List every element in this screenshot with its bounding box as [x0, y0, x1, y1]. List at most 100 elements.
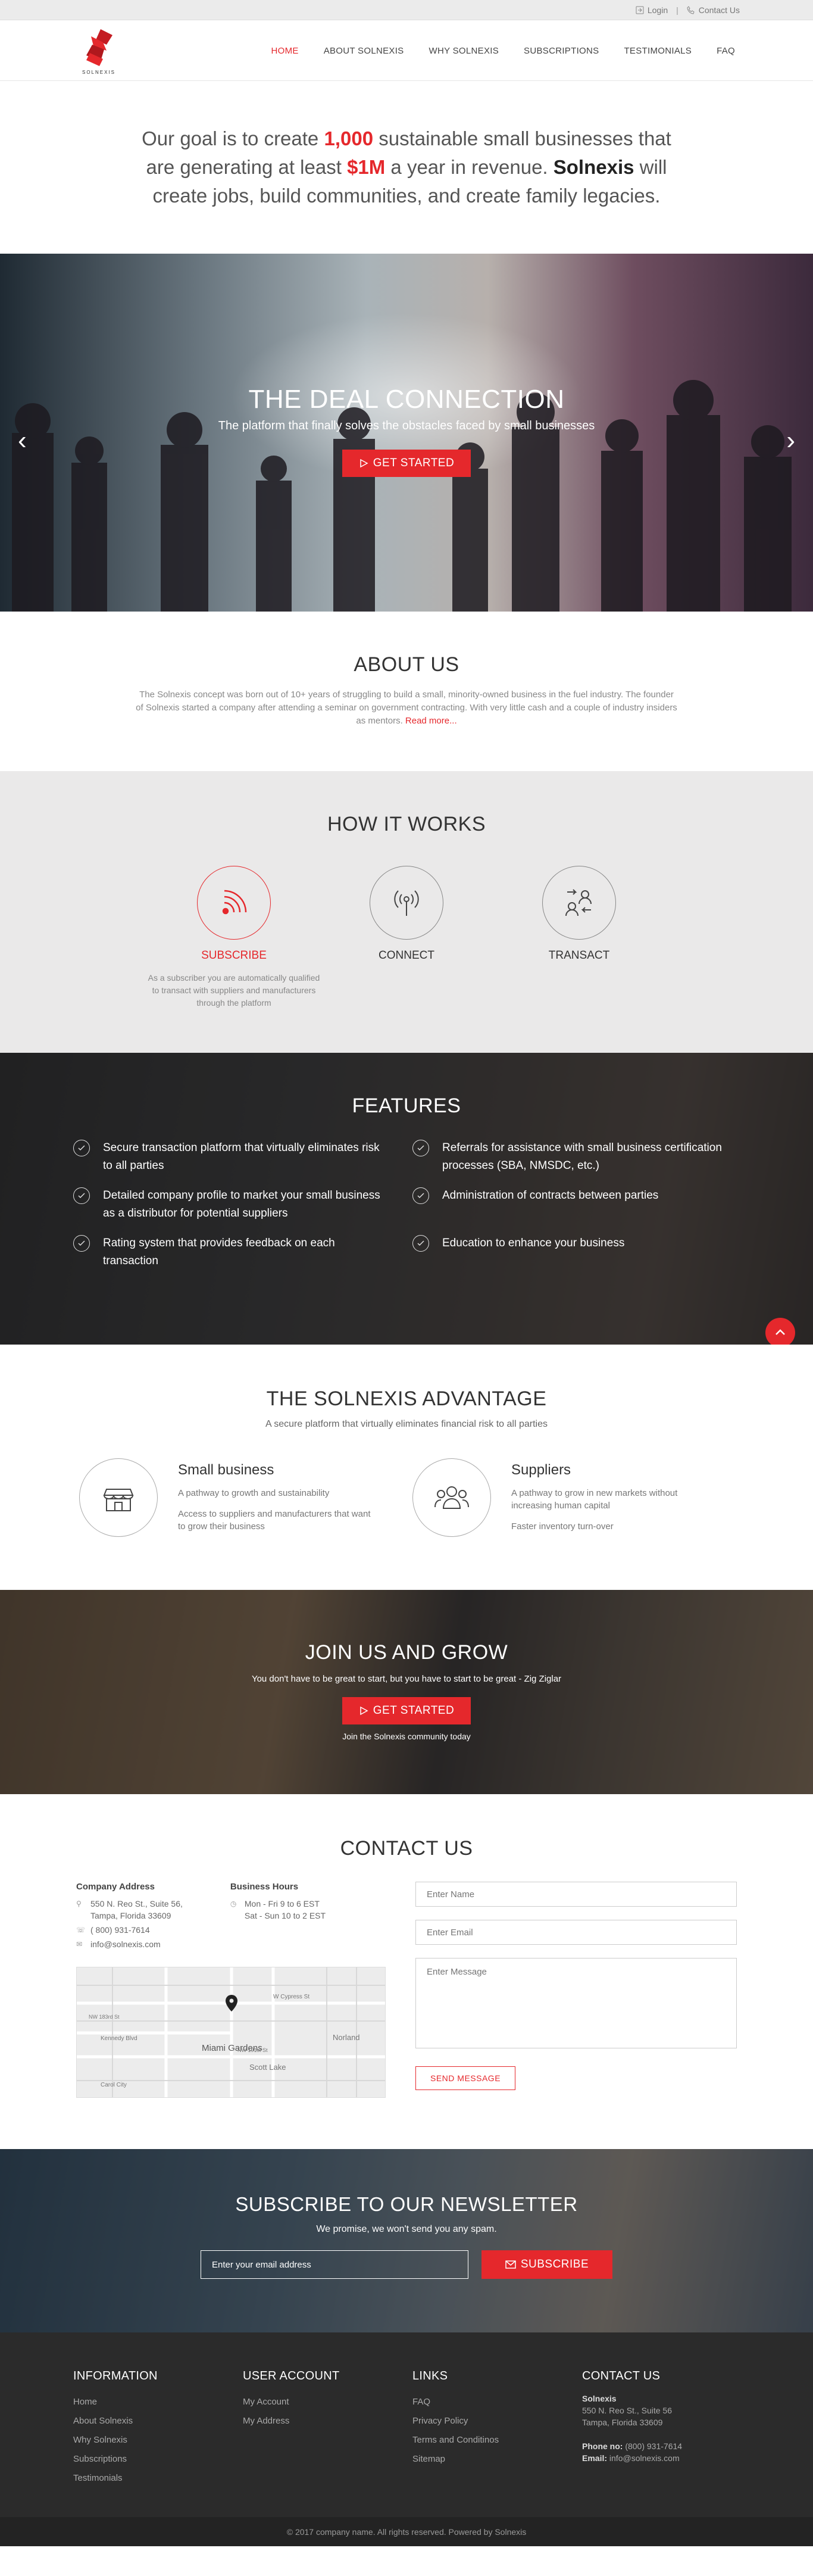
check-icon [73, 1187, 90, 1204]
back-to-top-button[interactable] [765, 1318, 795, 1345]
main-nav: HOME ABOUT SOLNEXIS WHY SOLNEXIS SUBSCRI… [271, 46, 735, 56]
phone-icon [687, 6, 695, 14]
contact-columns: Company Address ⚲ 550 N. Reo St., Suite 5… [76, 1882, 386, 1953]
login-link[interactable]: Login [636, 5, 668, 15]
logo-wordmark: SOLNEXIS [82, 69, 115, 75]
copyright-bar: © 2017 company name. All rights reserved… [0, 2517, 813, 2546]
feature-item: Administration of contracts between part… [412, 1187, 722, 1222]
name-field[interactable] [415, 1882, 737, 1907]
clock-icon: ◷ [230, 1900, 237, 1908]
advantage-point: Faster inventory turn-over [511, 1521, 614, 1532]
advantage-row: Small business A pathway to growth and s… [79, 1458, 734, 1537]
advantage-small-business: Small business A pathway to growth and s… [79, 1458, 401, 1537]
about-title: ABOUT US [354, 653, 459, 676]
footer-link[interactable]: Subscriptions [73, 2450, 243, 2469]
email-field[interactable] [415, 1920, 737, 1945]
map-label: Carol City [101, 2082, 127, 2088]
advantage-heading: Small business [178, 1462, 274, 1478]
join-get-started-button[interactable]: GET STARTED [342, 1697, 471, 1724]
nav-why-solnexis[interactable]: WHY SOLNEXIS [429, 46, 499, 56]
newsletter-promise: We promise, we won't send you any spam. [316, 2224, 497, 2234]
advantage-point: Access to suppliers and manufacturers th… [178, 1509, 371, 1532]
footer-link[interactable]: My Account [243, 2393, 412, 2412]
map-label: Scott Lake [249, 2063, 286, 2072]
contact-email[interactable]: info@solnexis.com [90, 1938, 161, 1950]
step-circle [197, 866, 271, 940]
location-icon: ⚲ [76, 1900, 82, 1908]
hero-title: THE DEAL CONNECTION [248, 385, 565, 414]
contact-phone: ( 800) 931-7614 [90, 1925, 150, 1935]
about-text: The Solnexis concept was born out of 10+… [136, 690, 677, 726]
contact-info: Company Address ⚲ 550 N. Reo St., Suite 5… [76, 1882, 386, 2098]
subscribe-button[interactable]: SUBSCRIBE [481, 2250, 612, 2279]
step-transact[interactable]: TRANSACT [508, 866, 651, 1009]
map-label: NW 191st St [237, 2047, 268, 2053]
feature-item: Detailed company profile to market your … [73, 1187, 412, 1222]
map-label: NW 183rd St [89, 2014, 120, 2020]
contact-row: Company Address ⚲ 550 N. Reo St., Suite 5… [76, 1882, 737, 2098]
chevron-up-icon [776, 1329, 785, 1335]
join-content: JOIN US AND GROW You don't have to be gr… [0, 1590, 813, 1741]
location-map[interactable]: W Cypress St Kennedy Blvd Miami Gardens … [76, 1967, 386, 2098]
footer-link[interactable]: Sitemap [412, 2450, 582, 2469]
footer-link[interactable]: FAQ [412, 2393, 582, 2412]
advantage-text: Small business A pathway to growth and s… [178, 1458, 374, 1537]
contact-us-link[interactable]: Contact Us [687, 5, 740, 15]
step-circle [542, 866, 616, 940]
check-icon [73, 1140, 90, 1156]
group-icon [434, 1486, 469, 1509]
hero-get-started-button[interactable]: GET STARTED [342, 450, 471, 477]
features-title: FEATURES [352, 1094, 461, 1117]
top-bar: Login | Contact Us [0, 0, 813, 20]
join-section: JOIN US AND GROW You don't have to be gr… [0, 1590, 813, 1794]
about-section: ABOUT US The Solnexis concept was born o… [0, 612, 813, 771]
newsletter-email-input[interactable] [201, 2250, 468, 2279]
feature-item: Rating system that provides feedback on … [73, 1234, 412, 1270]
nav-testimonials[interactable]: TESTIMONIALS [624, 46, 692, 56]
advantage-icon-ring [412, 1458, 491, 1537]
footer-link[interactable]: Privacy Policy [412, 2412, 582, 2431]
footer-link[interactable]: Terms and Conditinos [412, 2431, 582, 2450]
site-footer: INFORMATION Home About Solnexis Why Soln… [0, 2332, 813, 2517]
step-circle [370, 866, 443, 940]
company-address: Company Address ⚲ 550 N. Reo St., Suite 5… [76, 1882, 183, 1950]
envelope-icon [505, 2260, 516, 2269]
join-quote: You don't have to be great to start, but… [251, 1674, 562, 1684]
message-field[interactable] [415, 1958, 737, 2048]
step-description: As a subscriber you are automatically qu… [148, 973, 320, 1008]
footer-link[interactable]: Why Solnexis [73, 2431, 243, 2450]
read-more-link[interactable]: Read more... [405, 716, 457, 726]
advantage-section: THE SOLNEXIS ADVANTAGE A secure platform… [0, 1345, 813, 1590]
newsletter-section: SUBSCRIBE TO OUR NEWSLETTER We promise, … [0, 2149, 813, 2332]
site-header: SOLNEXIS HOME ABOUT SOLNEXIS WHY SOLNEXI… [0, 20, 813, 81]
footer-link[interactable]: My Address [243, 2412, 412, 2431]
steps-row: SUBSCRIBE As a subscriber you are automa… [148, 866, 651, 1009]
how-it-works-section: HOW IT WORKS SUBSCRIBE As a subscriber y… [0, 771, 813, 1053]
phone-icon: ☏ [76, 1926, 86, 1934]
footer-link[interactable]: About Solnexis [73, 2412, 243, 2431]
send-message-button[interactable]: SEND MESSAGE [415, 2066, 516, 2090]
nav-about-solnexis[interactable]: ABOUT SOLNEXIS [324, 46, 404, 56]
how-title: HOW IT WORKS [327, 813, 486, 835]
contact-title: CONTACT US [340, 1837, 473, 1860]
step-label: SUBSCRIBE [201, 949, 267, 962]
step-connect[interactable]: CONNECT [335, 866, 478, 1009]
nav-home[interactable]: HOME [271, 46, 298, 56]
advantage-text: Suppliers A pathway to grow in new marke… [511, 1458, 708, 1537]
step-subscribe[interactable]: SUBSCRIBE As a subscriber you are automa… [148, 866, 320, 1009]
contact-form: SEND MESSAGE [415, 1882, 737, 2098]
footer-link[interactable]: Home [73, 2393, 243, 2412]
nav-faq[interactable]: FAQ [717, 46, 735, 56]
goal-number-revenue: $1M [347, 156, 386, 178]
play-icon [360, 1706, 368, 1716]
features-content: FEATURES Secure transaction platform tha… [0, 1053, 813, 1282]
copyright-text: © 2017 company name. All rights reserved… [286, 2527, 527, 2537]
join-title: JOIN US AND GROW [305, 1641, 508, 1664]
nav-subscriptions[interactable]: SUBSCRIPTIONS [524, 46, 599, 56]
business-hours: Business Hours ◷ Mon - Fri 9 to 6 EST Sat … [230, 1882, 326, 1920]
signal-icon [222, 890, 247, 915]
logo[interactable]: SOLNEXIS [78, 27, 120, 75]
advantage-heading: Suppliers [511, 1462, 571, 1478]
map-label: Kennedy Blvd [101, 2035, 137, 2042]
footer-link[interactable]: Testimonials [73, 2469, 243, 2488]
